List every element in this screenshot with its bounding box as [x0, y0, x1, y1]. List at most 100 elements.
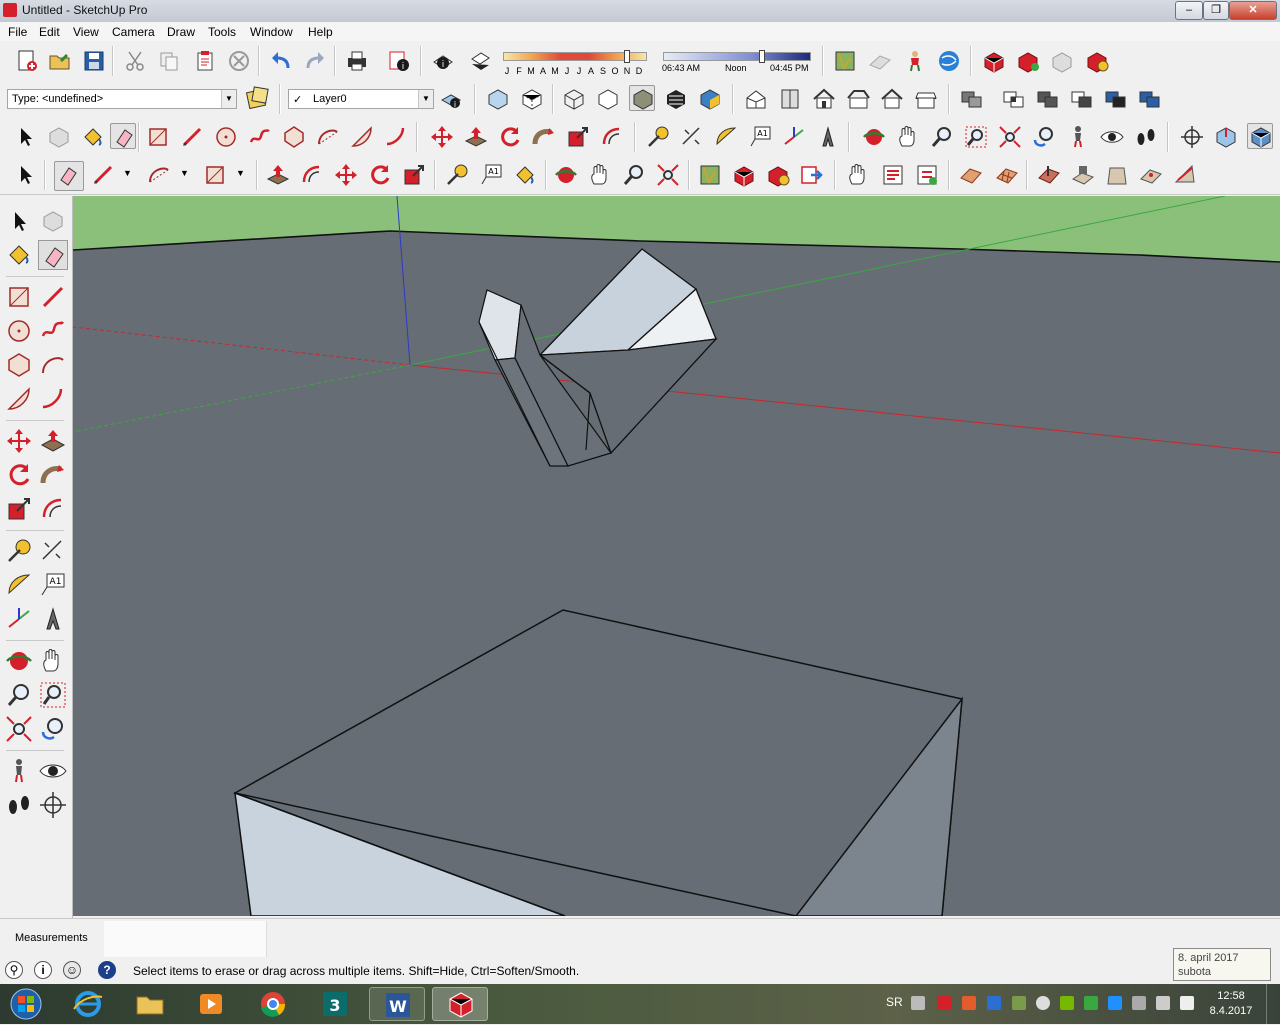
push-pull-icon[interactable] — [38, 426, 68, 456]
move-icon[interactable] — [429, 124, 455, 150]
add-location-icon[interactable] — [697, 162, 723, 188]
zoom-window-icon[interactable] — [963, 124, 989, 150]
chevron-down-icon[interactable]: ▼ — [180, 168, 189, 178]
get-models-icon[interactable] — [902, 48, 928, 74]
time-slider-thumb[interactable] — [759, 50, 765, 63]
rotate-icon[interactable] — [4, 460, 34, 490]
drape-icon[interactable] — [1104, 162, 1130, 188]
select-arrow-icon[interactable] — [12, 124, 38, 150]
menu-file[interactable]: File — [8, 25, 27, 39]
polygon-icon[interactable] — [281, 124, 307, 150]
component-attributes-icon[interactable] — [914, 162, 940, 188]
measurements-input[interactable] — [104, 921, 267, 957]
paste-icon[interactable] — [192, 48, 218, 74]
shadow-settings-icon[interactable]: i — [430, 48, 456, 74]
extension-manager-icon[interactable] — [765, 162, 791, 188]
arc-icon[interactable] — [315, 124, 341, 150]
cut-icon[interactable] — [122, 48, 148, 74]
line-pencil-icon[interactable] — [179, 124, 205, 150]
shaded-with-textures-icon[interactable] — [663, 86, 689, 112]
battery-network-icon[interactable] — [1156, 996, 1170, 1010]
menu-tools[interactable]: Tools — [208, 25, 236, 39]
monochrome-icon[interactable] — [697, 86, 723, 112]
protractor-icon[interactable] — [4, 570, 34, 600]
section-plane-icon[interactable] — [1179, 124, 1205, 150]
right-view-icon[interactable] — [845, 86, 871, 112]
eraser-icon[interactable] — [54, 161, 84, 191]
back-view-icon[interactable] — [879, 86, 905, 112]
back-edges-icon[interactable] — [519, 86, 545, 112]
sandbox-from-contours-icon[interactable] — [958, 162, 984, 188]
follow-me-icon[interactable] — [38, 460, 68, 490]
rectangle-icon[interactable] — [145, 124, 171, 150]
menu-help[interactable]: Help — [308, 25, 333, 39]
orbit-icon[interactable] — [4, 646, 34, 676]
protractor-icon[interactable] — [713, 124, 739, 150]
skype-icon[interactable] — [1108, 996, 1122, 1010]
chevron-down-icon[interactable]: ▼ — [236, 168, 245, 178]
layer-dropdown[interactable]: ✓ Layer0 ▼ — [288, 89, 434, 109]
axes-icon[interactable] — [781, 124, 807, 150]
tape-measure-icon[interactable] — [4, 536, 34, 566]
text-label-icon[interactable]: A1 — [38, 570, 68, 600]
menu-window[interactable]: Window — [250, 25, 293, 39]
rotate-icon[interactable] — [367, 162, 393, 188]
rectangle-icon[interactable] — [4, 282, 34, 312]
push-pull-icon[interactable] — [265, 162, 291, 188]
menu-edit[interactable]: Edit — [39, 25, 60, 39]
circle-icon[interactable] — [4, 316, 34, 346]
word-icon[interactable]: W — [369, 987, 425, 1021]
pan-hand-icon[interactable] — [895, 124, 921, 150]
axes-icon[interactable] — [4, 604, 34, 634]
look-around-icon[interactable] — [38, 756, 68, 786]
display-section-planes-icon[interactable] — [1213, 124, 1239, 150]
select-arrow-icon[interactable] — [12, 162, 38, 188]
dynamic-component-options-icon[interactable] — [880, 162, 906, 188]
zoom-icon[interactable] — [929, 124, 955, 150]
zoom-extents-icon[interactable] — [4, 714, 34, 744]
acrobat-icon[interactable] — [937, 996, 951, 1010]
pan-hand-icon[interactable] — [38, 646, 68, 676]
extension-manager-icon[interactable] — [1084, 48, 1110, 74]
layer-manager-icon[interactable]: i — [438, 86, 464, 112]
extension-warehouse-icon[interactable] — [1049, 48, 1075, 74]
internet-explorer-icon[interactable] — [60, 987, 116, 1021]
nvidia-icon[interactable] — [1060, 996, 1074, 1010]
eraser-icon[interactable] — [38, 240, 68, 270]
file-explorer-icon[interactable] — [122, 987, 178, 1021]
scale-icon[interactable] — [401, 162, 427, 188]
paint-bucket-icon[interactable] — [4, 240, 34, 270]
chevron-down-icon[interactable]: ▼ — [418, 90, 433, 108]
model-canvas[interactable] — [73, 196, 1280, 916]
new-file-icon[interactable] — [14, 48, 40, 74]
line-pencil-icon[interactable] — [38, 282, 68, 312]
3d-text-icon[interactable] — [38, 604, 68, 634]
erase-delete-icon[interactable] — [226, 48, 252, 74]
close-button[interactable]: ✕ — [1229, 1, 1277, 20]
scale-icon[interactable] — [565, 124, 591, 150]
union-icon[interactable] — [1035, 86, 1061, 112]
sketchup-taskbar-icon[interactable] — [432, 987, 488, 1021]
iso-view-icon[interactable] — [743, 86, 769, 112]
entity-type-dropdown[interactable]: Type: <undefined> ▼ — [7, 89, 237, 109]
minimize-button[interactable]: – — [1175, 1, 1203, 20]
print-icon[interactable] — [344, 48, 370, 74]
freehand-icon[interactable] — [247, 124, 273, 150]
offset-icon[interactable] — [38, 494, 68, 524]
warehouse-icon[interactable] — [981, 48, 1007, 74]
sandbox-from-scratch-icon[interactable] — [994, 162, 1020, 188]
sketchup-app-icon[interactable] — [3, 3, 17, 17]
freehand-icon[interactable] — [38, 316, 68, 346]
chevron-down-icon[interactable]: ▼ — [221, 90, 236, 108]
maximize-button[interactable]: ❐ — [1203, 1, 1229, 20]
zoom-extents-icon[interactable] — [655, 162, 681, 188]
arc-icon[interactable] — [146, 162, 172, 188]
rectangle-icon[interactable] — [202, 162, 228, 188]
instructor-help-icon[interactable]: ? — [98, 961, 116, 979]
action-center-icon[interactable] — [1132, 996, 1146, 1010]
chrome-icon[interactable] — [245, 987, 301, 1021]
save-icon[interactable] — [81, 48, 107, 74]
open-folder-icon[interactable] — [47, 48, 73, 74]
position-camera-icon[interactable] — [1065, 124, 1091, 150]
polygon-icon[interactable] — [4, 350, 34, 380]
